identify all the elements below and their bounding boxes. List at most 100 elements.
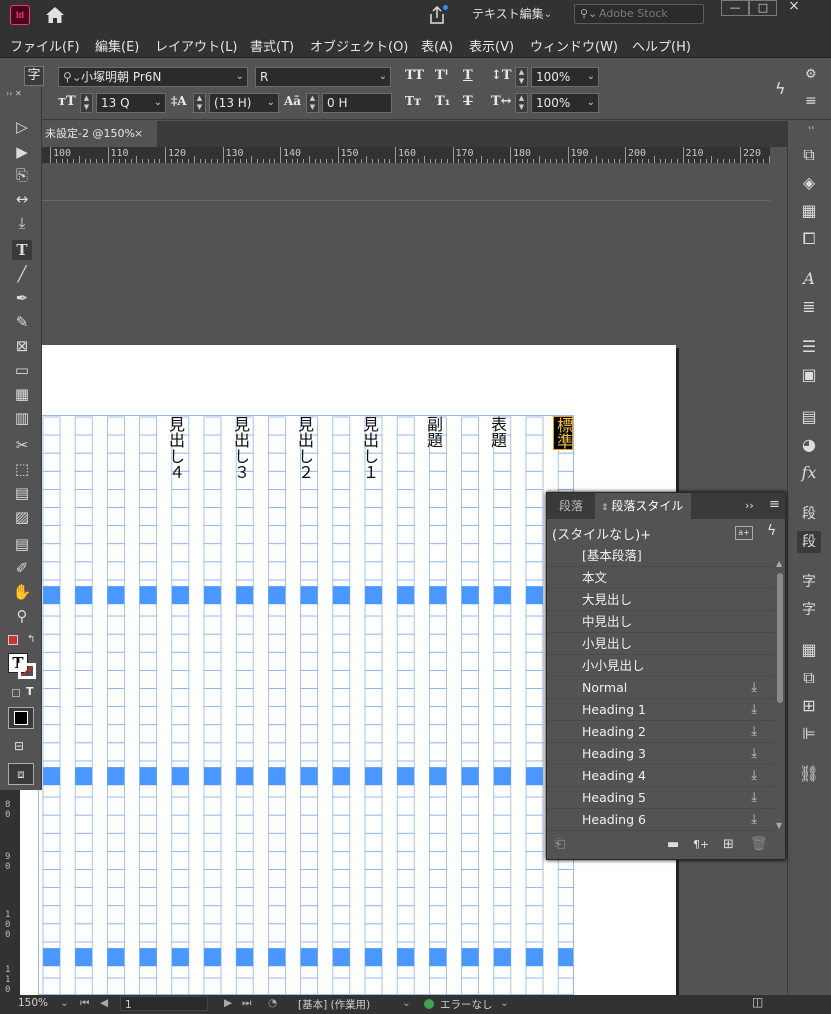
menu-table[interactable]: 表(A) — [421, 36, 453, 55]
note-tool-icon[interactable]: ▤ — [12, 534, 32, 554]
next-page-icon[interactable]: ▶ — [224, 997, 232, 1009]
pen-tool-icon[interactable]: ✒ — [12, 288, 32, 308]
text-heading-1[interactable]: 見出し１ — [360, 416, 379, 480]
menu-file[interactable]: ファイル(F) — [10, 36, 80, 55]
font-size-field[interactable]: 13 Q ⌄ — [96, 93, 166, 113]
rectangle-frame-tool-icon[interactable]: ⊠ — [12, 336, 32, 356]
pencil-tool-icon[interactable]: ✎ — [12, 312, 32, 332]
style-list-item[interactable]: 小小見出し — [547, 655, 775, 677]
object-styles-panel-icon[interactable]: ⧉ — [797, 667, 821, 689]
rectangle-tool-icon[interactable]: ▭ — [12, 360, 32, 380]
quick-apply-icon[interactable]: ϟ — [767, 523, 776, 539]
vertical-scale-field[interactable]: 100% ⌄ — [531, 67, 599, 87]
table-panel-icon[interactable]: ▦ — [797, 639, 821, 661]
character-panel-icon[interactable]: 字 — [797, 571, 821, 593]
menu-window[interactable]: ウィンドウ(W) — [530, 36, 618, 55]
style-list-item[interactable]: Heading 1 ⤓ — [547, 699, 775, 721]
effects-panel-icon[interactable]: fx — [797, 462, 821, 484]
new-style-from-selection-icon[interactable]: a+ — [735, 526, 753, 540]
menu-edit[interactable]: 編集(E) — [95, 36, 139, 55]
zoom-tool-icon[interactable]: ⚲ — [12, 606, 32, 626]
paragraph-panel-icon[interactable]: 段 — [797, 503, 821, 525]
text-subtitle[interactable]: 副題 — [424, 416, 443, 448]
text-standard-selected[interactable]: 標準 — [553, 416, 573, 450]
character-mode-button[interactable]: 字 — [24, 66, 44, 86]
first-page-icon[interactable]: ⏮ — [80, 997, 89, 1010]
hand-tool-icon[interactable]: ✋ — [12, 582, 32, 602]
split-layout-icon[interactable]: ◫ — [752, 995, 763, 1009]
strikethrough-icon[interactable]: T — [463, 94, 473, 109]
delete-icon[interactable]: 🗑 — [750, 836, 768, 852]
style-list-item[interactable]: Heading 3 ⤓ — [547, 743, 775, 765]
font-family-field[interactable]: ⚲⌄ 小塚明朝 Pr6N ⌄ — [58, 67, 248, 87]
maximize-button[interactable]: □ — [749, 0, 777, 16]
gear-icon[interactable]: ⚙ — [805, 67, 817, 82]
panel-collapse-icon[interactable]: ‹‹ — [808, 123, 814, 132]
style-list-item[interactable]: Heading 4 ⤓ — [547, 765, 775, 787]
style-list-item[interactable]: Heading 5 ⤓ — [547, 787, 775, 809]
tracking-stepper[interactable]: ▲ ▼ — [306, 93, 319, 113]
horizontal-scale-stepper[interactable]: ▲ ▼ — [515, 93, 528, 113]
page-tool-icon[interactable]: ⎘ — [12, 165, 32, 185]
clear-overrides-icon[interactable]: ¶+ — [693, 838, 709, 851]
new-style-icon[interactable]: ⊞ — [723, 837, 734, 852]
library-panel-icon[interactable]: ⧠ — [797, 228, 821, 250]
gap-tool-icon[interactable]: ↔ — [12, 189, 32, 209]
chevron-down-icon[interactable]: ⌄ — [402, 997, 411, 1009]
zoom-level[interactable]: 150% — [18, 997, 48, 1009]
panel-collapse-icon[interactable]: ›› ✕ — [6, 89, 22, 98]
menu-object[interactable]: オブジェクト(O) — [310, 36, 408, 55]
scissors-tool-icon[interactable]: ✂ — [12, 435, 32, 455]
view-mode-icon[interactable]: ⊟ — [14, 739, 24, 753]
workspace-switcher[interactable]: テキスト編集 ⌄ — [466, 4, 558, 26]
subscript-icon[interactable]: T₁ — [435, 94, 450, 109]
glyphs-panel-icon[interactable]: A — [797, 268, 821, 290]
leading-stepper[interactable]: ▲ ▼ — [193, 93, 206, 113]
formatting-text-icon[interactable]: T — [26, 685, 34, 698]
last-page-icon[interactable]: ⏭ — [242, 997, 251, 1010]
gradient-swatch-tool-icon[interactable]: ▤ — [12, 483, 32, 503]
horizontal-grid-tool-icon[interactable]: ▦ — [12, 384, 32, 404]
vertical-scale-stepper[interactable]: ▲ ▼ — [515, 67, 528, 87]
free-transform-tool-icon[interactable]: ⬚ — [12, 459, 32, 479]
font-style-field[interactable]: R ⌄ — [255, 67, 391, 87]
fill-stroke-icon[interactable]: T — [8, 653, 36, 679]
menu-layout[interactable]: レイアウト(L) — [155, 36, 237, 55]
direct-selection-tool-icon[interactable]: ▶ — [12, 142, 32, 162]
screen-mode-icon[interactable]: ⧈ — [8, 763, 34, 785]
page-number-field[interactable]: 1 — [120, 996, 208, 1011]
text-heading-3[interactable]: 見出し３ — [231, 416, 250, 480]
underline-icon[interactable]: T — [463, 68, 473, 83]
content-collector-icon[interactable]: ⤓ — [12, 213, 32, 233]
pages-panel-icon[interactable]: ⧉ — [797, 144, 821, 166]
close-tab-icon[interactable]: × — [134, 121, 143, 147]
font-size-stepper[interactable]: ▲ ▼ — [80, 93, 93, 113]
new-folder-icon[interactable]: ▬ — [667, 837, 679, 852]
type-tool-icon[interactable]: T — [12, 240, 32, 260]
minimize-button[interactable]: — — [721, 0, 749, 16]
layers-panel-icon[interactable]: ◈ — [797, 172, 821, 194]
style-list-item[interactable]: 中見出し — [547, 611, 775, 633]
home-icon[interactable] — [45, 6, 65, 24]
horizontal-ruler[interactable]: 100 110 120 130 140 150 160 170 180 190 200 210 220 — [42, 147, 770, 163]
superscript-icon[interactable]: Tˡ — [435, 68, 448, 83]
hyperlinks-panel-icon[interactable]: ⛓ — [797, 763, 821, 785]
menu-type[interactable]: 書式(T) — [250, 36, 294, 55]
default-colors-icon[interactable] — [8, 635, 18, 645]
tab-paragraph-styles[interactable]: ⇕ 段落スタイル — [595, 493, 692, 519]
document-open-icon[interactable]: ◔ — [268, 997, 277, 1009]
leading-field[interactable]: (13 H) ⌄ — [209, 93, 279, 113]
menu-help[interactable]: ヘルプ(H) — [632, 36, 691, 55]
prev-page-icon[interactable]: ◀ — [100, 997, 108, 1009]
style-list-item[interactable]: [基本段落] — [547, 545, 775, 567]
small-caps-icon[interactable]: Tт — [405, 94, 421, 108]
swap-colors-icon[interactable]: ↰ — [27, 634, 35, 645]
gradient-feather-tool-icon[interactable]: ▨ — [12, 507, 32, 527]
master-page-label[interactable]: [基本] (作業用) — [298, 997, 370, 1012]
style-list-item[interactable]: Heading 2 ⤓ — [547, 721, 775, 743]
text-wrap-panel-icon[interactable]: ▤ — [797, 406, 821, 428]
panel-expand-icon[interactable]: ›› — [745, 499, 754, 512]
selection-tool-icon[interactable]: ▷ — [12, 117, 32, 137]
apply-color-icon[interactable] — [8, 707, 34, 729]
preflight-label[interactable]: エラーなし — [440, 997, 493, 1012]
